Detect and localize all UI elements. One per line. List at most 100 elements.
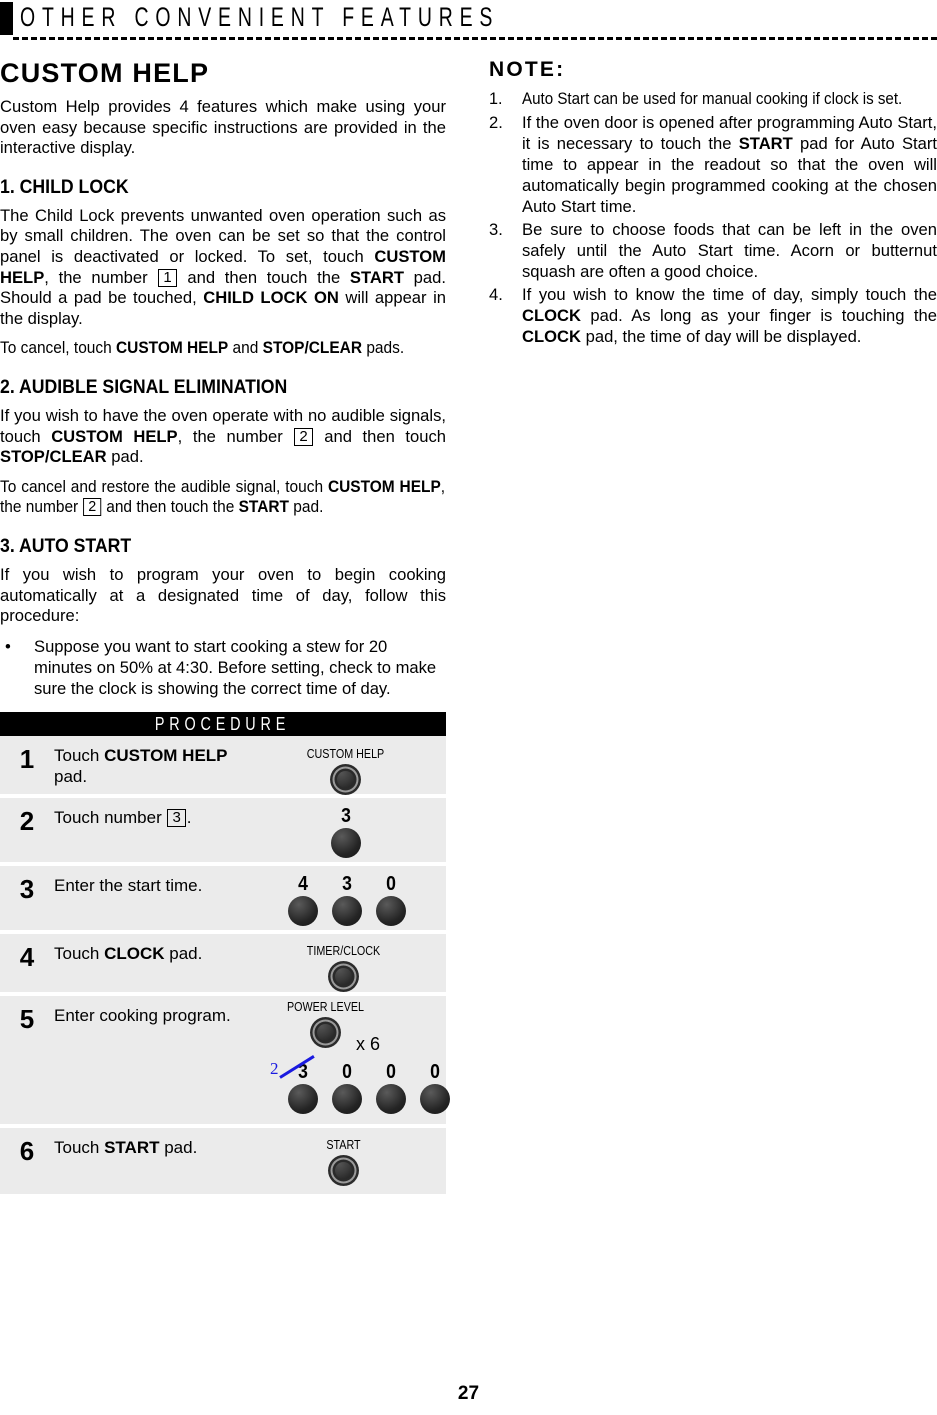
text-run: pad. (288, 498, 324, 517)
text-run-bold: STOP/CLEAR (0, 447, 107, 467)
pad-caption-label: START (326, 1138, 361, 1152)
key-badge-1: 1 (158, 268, 177, 287)
pad-caption-label: TIMER/CLOCK (306, 944, 381, 958)
text-run: . (186, 808, 192, 827)
note-item-number: 2. (489, 113, 503, 132)
header-dashed-rule (13, 37, 937, 40)
control-pad-button[interactable] (328, 961, 359, 992)
child-lock-cancel-paragraph: To cancel, touch CUSTOM HELP and STOP/CL… (0, 338, 445, 359)
text-run: , the number (177, 426, 294, 446)
pad-digit-label: 4 (298, 873, 308, 895)
text-run-bold: CHILD LOCK ON (203, 288, 339, 308)
running-header-title: OTHER CONVENIENT FEATURES (20, 2, 500, 32)
step-illustration: 3 (258, 798, 446, 862)
pad-digit-label: 3 (342, 873, 352, 895)
repeat-count-label: x 6 (356, 1034, 381, 1054)
note-item-text: Auto Start can be used for manual cookin… (522, 89, 902, 110)
step-illustration: START (258, 1128, 446, 1194)
text-run: pad. (159, 1138, 198, 1157)
text-run-bold: CLOCK (522, 327, 581, 346)
step-number: 1 (19, 744, 35, 774)
child-lock-paragraph: The Child Lock prevents unwanted oven op… (0, 206, 446, 330)
note-heading: NOTE: (489, 58, 566, 81)
text-run: and then touch (313, 426, 447, 446)
page-title: CUSTOM HELP (0, 58, 210, 88)
text-run-bold: CUSTOM HELP (104, 746, 228, 765)
number-pad-button[interactable] (376, 1084, 406, 1114)
step-illustration: TIMER/CLOCK (258, 934, 446, 992)
text-run-bold: STOP/CLEAR (262, 339, 363, 358)
step-description: Enter cooking program. (54, 1005, 254, 1026)
control-pad-button[interactable] (330, 764, 361, 795)
pad-digit-label: 0 (430, 1061, 440, 1083)
auto-start-bullet-list: • Suppose you want to start cooking a ste… (0, 636, 446, 699)
text-run: and then touch the (101, 498, 239, 517)
procedure-table-header: PROCEDURE (0, 712, 446, 736)
note-item-text: If you wish to know the time of day, sim… (522, 285, 937, 346)
text-run: Touch number (54, 808, 167, 827)
text-run-bold: START (238, 498, 289, 517)
power-level-pad-button[interactable] (310, 1017, 341, 1048)
page-number: 27 (457, 1383, 480, 1404)
number-pad-button[interactable] (420, 1084, 450, 1114)
text-run-bold: CUSTOM HELP (51, 426, 178, 446)
step-number: 2 (19, 806, 35, 836)
number-pad-button[interactable] (288, 1084, 318, 1114)
number-pad-button[interactable] (332, 1084, 362, 1114)
header-accent-bar (0, 2, 13, 35)
note-item-number: 3. (489, 220, 503, 239)
procedure-step-row: 2 Touch number 3. 3 (0, 798, 446, 866)
text-run-bold: CUSTOM HELP (327, 477, 441, 496)
note-item: 1. Auto Start can be used for manual cook… (489, 89, 937, 110)
bullet-icon: • (5, 636, 11, 656)
auto-start-paragraph: If you wish to program your oven to begi… (0, 564, 446, 626)
note-item-number: 4. (489, 285, 503, 304)
control-pad-button[interactable] (328, 1155, 359, 1186)
heading-audible-signal: 2. AUDIBLE SIGNAL ELIMINATION (0, 376, 288, 398)
number-pad-button[interactable] (288, 896, 318, 926)
pad-caption-label: CUSTOM HELP (306, 747, 385, 761)
pad-digit-label: 0 (386, 1061, 396, 1083)
procedure-step-row: 1 Touch CUSTOM HELP pad. CUSTOM HELP (0, 736, 446, 798)
bullet-text: Suppose you want to start cooking a stew… (34, 636, 437, 698)
right-column: NOTE: 1. Auto Start can be used for manua… (489, 58, 937, 349)
text-run: , the number (44, 267, 158, 287)
note-item: 4. If you wish to know the time of day, s… (489, 284, 937, 347)
key-badge-2: 2 (294, 427, 313, 446)
step-illustration: CUSTOM HELP (258, 736, 446, 795)
number-pad-button[interactable] (376, 896, 406, 926)
key-badge-2b: 2 (83, 498, 101, 517)
annotation-corrected-digit: 2 (270, 1059, 279, 1078)
step-description: Touch CUSTOM HELP pad. (54, 745, 254, 787)
step-illustration: POWER LEVEL x 630002 (258, 996, 450, 1124)
text-run-bold: CLOCK (522, 306, 581, 325)
text-run: Touch (54, 746, 105, 765)
text-run: Enter the start time. (54, 876, 203, 895)
pad-digit-label: 3 (341, 805, 351, 827)
note-item-number: 1. (489, 90, 503, 108)
text-run: Be sure to choose foods that can be left… (522, 220, 937, 281)
text-run: pad. (106, 447, 144, 467)
step-description: Touch CLOCK pad. (54, 943, 254, 964)
note-list: 1. Auto Start can be used for manual cook… (489, 89, 937, 347)
procedure-step-row: 3 Enter the start time. 4 3 0 (0, 866, 446, 934)
step-description: Touch number 3. (54, 807, 254, 828)
step-description: Touch START pad. (54, 1137, 254, 1158)
procedure-rows: 1 Touch CUSTOM HELP pad. CUSTOM HELP 2 Touch… (0, 736, 450, 1194)
number-pad-button[interactable] (332, 896, 362, 926)
text-run: pads. (362, 339, 405, 358)
number-pad-button[interactable] (331, 828, 361, 858)
text-run: pad. (54, 767, 88, 786)
text-run: and then touch the (177, 267, 350, 287)
text-run-bold: START (104, 1138, 160, 1157)
note-item-text: If the oven door is opened after program… (522, 113, 937, 216)
text-run: pad, the time of day will be displayed. (581, 327, 862, 346)
text-run: If you wish to know the time of day, sim… (522, 285, 937, 304)
list-item: • Suppose you want to start cooking a ste… (0, 636, 446, 699)
procedure-step-row: 4 Touch CLOCK pad. TIMER/CLOCK (0, 934, 446, 996)
page-header: OTHER CONVENIENT FEATURES (0, 0, 937, 42)
step-number: 5 (19, 1004, 35, 1034)
pad-digit-label: 0 (342, 1061, 352, 1083)
note-item: 3. Be sure to choose foods that can be le… (489, 219, 937, 282)
text-run: Auto Start can be used for manual cookin… (522, 90, 903, 108)
